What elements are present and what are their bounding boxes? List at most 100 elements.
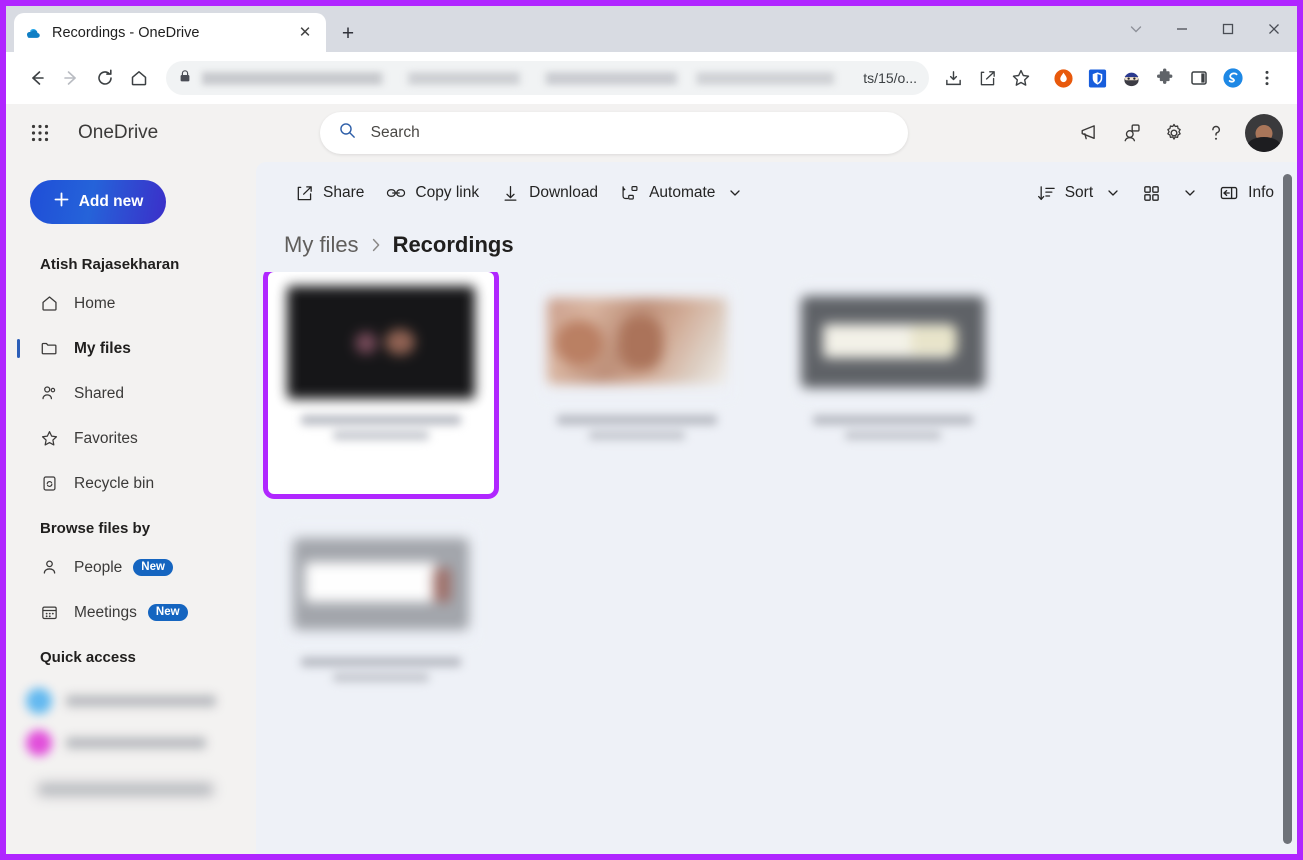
share-button[interactable]: Share — [284, 173, 375, 213]
tab-search-chevron-icon[interactable] — [1113, 6, 1159, 52]
info-panel-icon — [1219, 183, 1239, 203]
quick-access-avatar — [26, 730, 52, 756]
avatar-body — [1247, 137, 1281, 152]
avatar[interactable] — [1245, 114, 1283, 152]
plus-icon — [53, 191, 70, 213]
automate-icon — [620, 183, 640, 203]
file-tile-1[interactable] — [263, 272, 499, 499]
address-bar[interactable]: ts/15/o... — [166, 61, 929, 95]
thumb-blob — [305, 562, 437, 602]
sidebar-item-home[interactable]: Home — [6, 281, 256, 326]
file-name-line — [301, 657, 461, 667]
download-icon[interactable] — [937, 62, 969, 94]
sidebar-item-meetings[interactable]: Meetings New — [6, 590, 256, 635]
file-name-redacted — [301, 657, 461, 683]
bookmark-star-icon[interactable] — [1005, 62, 1037, 94]
share-page-icon[interactable] — [971, 62, 1003, 94]
extension-adblock-icon[interactable] — [1047, 62, 1079, 94]
command-label: Automate — [649, 184, 716, 201]
download-button[interactable]: Download — [490, 173, 609, 213]
thumb-blob — [555, 320, 603, 366]
content-area: Share Copy link Download Automate Sort I… — [256, 162, 1297, 854]
back-icon[interactable] — [20, 61, 54, 95]
file-meta-line — [333, 431, 429, 440]
people-icon — [40, 384, 66, 403]
search-input[interactable] — [370, 124, 890, 142]
header-actions — [1069, 112, 1283, 154]
scrollbar-thumb[interactable] — [1283, 174, 1292, 844]
browser-window: Recordings - OneDrive ✕ + ts/15/o... One… — [6, 6, 1297, 854]
gear-icon[interactable] — [1153, 112, 1195, 154]
sidebar-item-label: My files — [74, 339, 131, 357]
sidebar-item-people[interactable]: People New — [6, 545, 256, 590]
extension-ninja-icon[interactable] — [1115, 62, 1147, 94]
automate-button[interactable]: Automate — [609, 173, 753, 213]
breadcrumb-link-my-files[interactable]: My files — [284, 232, 359, 258]
add-new-button[interactable]: Add new — [30, 180, 166, 224]
sidebar-item-shared[interactable]: Shared — [6, 371, 256, 416]
browser-tab-recordings[interactable]: Recordings - OneDrive ✕ — [14, 13, 326, 52]
quick-access-list-redacted[interactable] — [18, 680, 233, 800]
home-icon — [40, 294, 66, 313]
sort-icon — [1037, 184, 1056, 203]
announcements-icon[interactable] — [1069, 112, 1111, 154]
chevron-right-icon — [369, 236, 383, 254]
thumb-blob — [385, 329, 415, 355]
breadcrumb: My files Recordings — [256, 224, 1297, 272]
app-launcher-icon[interactable] — [20, 113, 60, 153]
sort-button[interactable]: Sort — [1026, 173, 1131, 213]
file-name-line — [813, 415, 973, 425]
reload-icon[interactable] — [88, 61, 122, 95]
tab-title: Recordings - OneDrive — [52, 24, 200, 41]
file-meta-line — [589, 431, 685, 440]
maximize-icon[interactable] — [1205, 6, 1251, 52]
view-tiles-icon — [1142, 184, 1161, 203]
sidebar-item-label: Meetings — [74, 603, 137, 621]
home-icon[interactable] — [122, 61, 156, 95]
file-tile-4[interactable] — [268, 514, 494, 736]
close-icon[interactable]: ✕ — [294, 22, 316, 44]
page-title: Recordings — [392, 232, 514, 257]
extension-spiral-icon[interactable] — [1217, 62, 1249, 94]
file-tile-3[interactable] — [780, 272, 1006, 494]
file-thumbnail-redacted — [799, 286, 987, 399]
info-button[interactable]: Info — [1208, 173, 1285, 213]
status-badge: New — [147, 604, 188, 621]
chevron-down-icon — [728, 186, 742, 200]
person-icon — [40, 558, 66, 577]
minimize-icon[interactable] — [1159, 6, 1205, 52]
share-icon — [295, 184, 314, 203]
help-icon[interactable] — [1195, 112, 1237, 154]
sidebar-item-label: Shared — [74, 384, 124, 402]
sidebar: Add new Atish Rajasekharan Home My files — [6, 162, 256, 854]
sidebar-item-favorites[interactable]: Favorites — [6, 416, 256, 461]
folder-icon — [40, 339, 66, 358]
side-panel-icon[interactable] — [1183, 62, 1215, 94]
vertical-scrollbar[interactable] — [1282, 174, 1293, 844]
copilot-icon[interactable] — [1111, 112, 1153, 154]
chrome-menu-icon[interactable] — [1251, 62, 1283, 94]
extension-shield-icon[interactable] — [1081, 62, 1113, 94]
sidebar-item-recycle-bin[interactable]: Recycle bin — [6, 461, 256, 506]
forward-icon[interactable] — [54, 61, 88, 95]
address-bar-url-tail: ts/15/o... — [863, 70, 917, 86]
command-label: Sort — [1064, 184, 1094, 201]
browser-toolbar: ts/15/o... — [6, 52, 1297, 104]
star-icon — [40, 429, 66, 448]
view-options-button[interactable] — [1131, 173, 1208, 213]
onedrive-app: OneDrive Search Add new Atish Rajasekhar… — [6, 104, 1297, 854]
copy-link-button[interactable]: Copy link — [375, 173, 490, 213]
extensions-puzzle-icon[interactable] — [1149, 62, 1181, 94]
sidebar-item-my-files[interactable]: My files — [6, 326, 256, 371]
file-meta-line — [333, 673, 429, 682]
brand-onedrive[interactable]: OneDrive — [78, 122, 158, 144]
new-tab-button[interactable]: + — [332, 20, 364, 46]
sidebar-item-label: Recycle bin — [74, 474, 155, 492]
close-window-icon[interactable] — [1251, 6, 1297, 52]
lock-icon[interactable] — [178, 69, 192, 88]
onedrive-cloud-favicon — [24, 24, 42, 42]
suite-header: OneDrive — [6, 104, 1297, 162]
file-tile-2[interactable] — [524, 272, 750, 494]
search-box[interactable] — [319, 112, 908, 154]
sidebar-owner-name: Atish Rajasekharan — [40, 256, 180, 273]
